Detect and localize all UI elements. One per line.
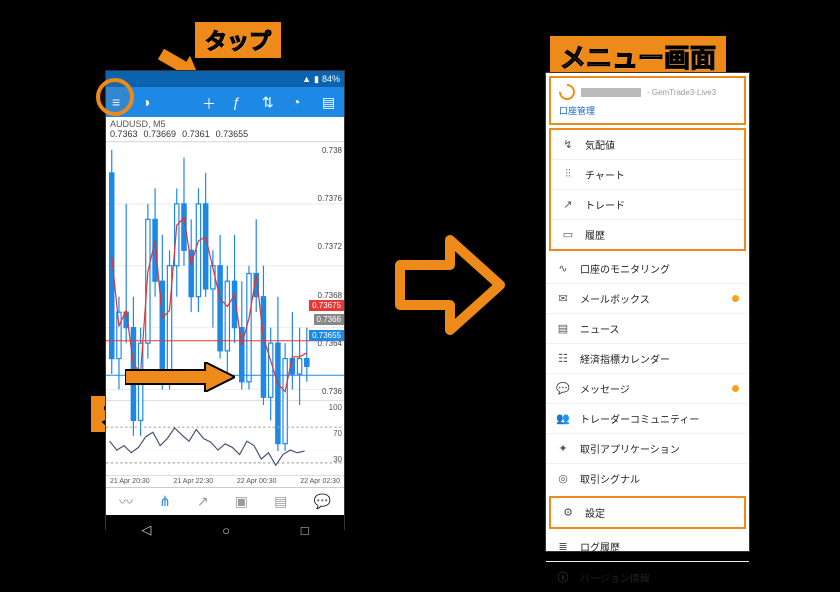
menu-label: 設定	[585, 505, 605, 520]
nav-recent-icon[interactable]: □	[301, 523, 309, 538]
menu-label: トレード	[585, 197, 625, 212]
menu-item[interactable]: ⫶⫶ チャート	[551, 159, 744, 189]
symbol-label: AUDUSD, M5	[106, 117, 344, 129]
menu-item[interactable]: ▤ ニュース	[546, 313, 749, 343]
timeframe-icon[interactable]: ◔	[292, 94, 308, 110]
osc-tick: 70	[333, 429, 342, 438]
nav-back-icon[interactable]: ◁	[141, 522, 151, 538]
badge-dot	[732, 385, 739, 392]
arrow-swipe	[125, 362, 235, 392]
monitor-icon: ∿	[556, 262, 570, 275]
bottom-tabbar: 〰 ⋔ ↗ ▣ ▤ 💬	[106, 487, 344, 515]
apps-icon: ✦	[556, 442, 570, 455]
mail-icon: ✉	[556, 292, 570, 305]
tab-news-icon[interactable]: ▤	[274, 493, 287, 510]
menu-label: 口座のモニタリング	[580, 261, 670, 276]
menu-item[interactable]: ≣ ログ履歴	[546, 532, 749, 561]
menu-label: メッセージ	[580, 381, 630, 396]
menu-item[interactable]: ⓘ バージョン情報	[546, 561, 749, 592]
menu-item[interactable]: ∿ 口座のモニタリング	[546, 254, 749, 283]
trade-icon: ↗	[561, 198, 575, 211]
menu-item-settings[interactable]: ⚙ 設定	[551, 498, 744, 527]
history-icon: ▭	[561, 228, 575, 241]
tab-line-icon[interactable]: 〰	[119, 492, 133, 512]
menu-item[interactable]: ✦ 取引アプリケーション	[546, 433, 749, 463]
menu-label: 取引アプリケーション	[580, 441, 680, 456]
price-marker-last: 0.7366	[314, 314, 344, 325]
app-logo-icon: ◑	[142, 94, 158, 110]
menu-primary-box: ↯ 気配値 ⫶⫶ チャート ↗ トレード ▭ 履歴	[549, 128, 746, 251]
menu-label: ニュース	[580, 321, 620, 336]
arrow-transition	[395, 235, 505, 335]
menu-item[interactable]: ↗ トレード	[551, 189, 744, 219]
oscillator-chart[interactable]: 100 70 30	[106, 401, 344, 476]
menu-label: ログ履歴	[580, 539, 620, 554]
android-navbar: ◁ ○ □	[106, 515, 344, 545]
menu-item[interactable]: ▭ 履歴	[551, 219, 744, 249]
tab-inbox-icon[interactable]: ▣	[235, 493, 248, 510]
tab-candle-icon[interactable]: ⋔	[159, 493, 171, 510]
battery-label: 84%	[322, 74, 340, 84]
new-order-icon[interactable]: ▤	[322, 94, 338, 110]
menu-item[interactable]: ☷ 経済指標カレンダー	[546, 343, 749, 373]
account-box[interactable]: - GemTrade3-Live3 口座管理	[549, 76, 746, 125]
tab-chat-icon[interactable]: 💬	[313, 493, 330, 510]
menu-item[interactable]: 👥 トレーダーコミュニティー	[546, 403, 749, 433]
chart-type-icon[interactable]: ⇅	[262, 94, 278, 110]
nav-home-icon[interactable]: ○	[222, 523, 230, 538]
osc-tick: 30	[333, 455, 342, 464]
signal-icon: ◎	[556, 472, 570, 485]
menu-secondary: ∿ 口座のモニタリング ✉ メールボックス ▤ ニュース ☷ 経済指標カレンダー…	[546, 254, 749, 493]
app-toolbar: ≡ ◑ ＋ ƒ ⇅ ◔ ▤	[106, 87, 344, 117]
menu-settings-box: ⚙ 設定	[549, 496, 746, 529]
info-icon: ⓘ	[556, 569, 570, 585]
menu-label: チャート	[585, 167, 625, 182]
calendar-icon: ☷	[556, 352, 570, 365]
tab-trend-icon[interactable]: ↗	[197, 493, 209, 510]
wifi-icon: ▲	[302, 74, 311, 84]
ohlc-row: 0.7363 0.73669 0.7361 0.73655	[106, 129, 344, 141]
news-icon: ▤	[556, 322, 570, 335]
menu-label: 履歴	[585, 227, 605, 242]
broker-logo-icon	[556, 81, 579, 104]
status-bar: ▲ ▮ 84%	[106, 71, 344, 87]
menu-item[interactable]: ↯ 気配値	[551, 130, 744, 159]
indicator-f-icon[interactable]: ƒ	[232, 94, 248, 110]
message-icon: 💬	[556, 382, 570, 395]
menu-label: バージョン情報	[580, 570, 650, 585]
crosshair-icon[interactable]: ＋	[202, 94, 218, 110]
menu-tail: ≣ ログ履歴 ⓘ バージョン情報	[546, 532, 749, 592]
menu-label: 経済指標カレンダー	[580, 351, 670, 366]
menu-label: 取引シグナル	[580, 471, 640, 486]
phone-menu-screen: - GemTrade3-Live3 口座管理 ↯ 気配値 ⫶⫶ チャート ↗ ト…	[545, 72, 750, 552]
gear-icon: ⚙	[561, 506, 575, 519]
signal-icon: ▮	[314, 74, 319, 85]
menu-label: 気配値	[585, 137, 615, 152]
hamburger-icon[interactable]: ≡	[112, 94, 128, 110]
chart-icon: ⫶⫶	[561, 168, 575, 181]
log-icon: ≣	[556, 540, 570, 553]
price-marker-bid: 0.73655	[309, 330, 344, 341]
badge-dot	[732, 295, 739, 302]
account-name-masked	[581, 88, 641, 97]
y-axis-labels: 0.738 0.7376 0.7372 0.7368 0.7364 0.736	[318, 142, 342, 400]
price-marker-ask: 0.73675	[309, 300, 344, 311]
osc-tick: 100	[329, 403, 342, 412]
quotes-icon: ↯	[561, 138, 575, 151]
phone-chart-screen: ▲ ▮ 84% ≡ ◑ ＋ ƒ ⇅ ◔ ▤ AUDUSD, M5 0.7363 …	[105, 70, 345, 530]
community-icon: 👥	[556, 412, 570, 425]
manage-account-link[interactable]: 口座管理	[559, 104, 736, 117]
server-label: - GemTrade3-Live3	[647, 88, 716, 97]
menu-item[interactable]: ✉ メールボックス	[546, 283, 749, 313]
menu-label: トレーダーコミュニティー	[580, 411, 699, 426]
menu-item[interactable]: 💬 メッセージ	[546, 373, 749, 403]
menu-item[interactable]: ◎ 取引シグナル	[546, 463, 749, 493]
menu-label: メールボックス	[580, 291, 650, 306]
